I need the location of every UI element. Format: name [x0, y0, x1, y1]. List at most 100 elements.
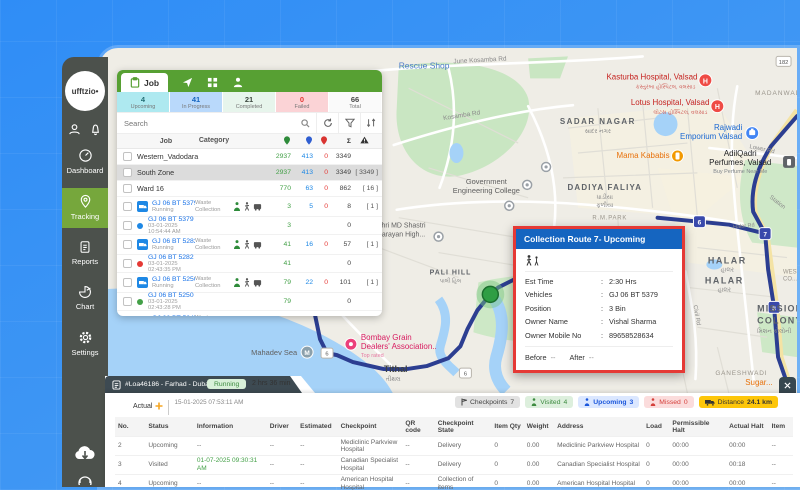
bell-icon[interactable] — [89, 123, 102, 136]
transit-stop-icon[interactable] — [505, 201, 514, 210]
route-name-link[interactable]: GJ 06 BT 5379 Route 7 — [148, 216, 195, 223]
poi-label-rescue-shop[interactable]: Rescue Shop — [399, 60, 450, 70]
job-group-row[interactable]: Western_Vadodara 2937413 03349 — [117, 149, 382, 165]
route-name-link[interactable]: GJ 06 BT 5379 Route 7 — [152, 200, 195, 207]
row-checkbox[interactable] — [123, 221, 132, 230]
sea-pin-mahadev[interactable]: M — [301, 346, 313, 358]
chip-checkpoints[interactable]: Checkpoints7 — [455, 396, 520, 408]
job-group-row-selected[interactable]: South Zone 2937413 03349[ 3349 ] — [117, 165, 382, 181]
visited-pin-icon — [269, 136, 291, 147]
row-checkbox[interactable] — [123, 168, 132, 177]
checkpoint-marker-7[interactable]: 7 — [759, 228, 771, 240]
chip-visited[interactable]: Visited4 — [525, 396, 573, 408]
grain-pin-bombay[interactable] — [345, 338, 357, 350]
area-sublabel-mission: મિશન કોલોની — [757, 327, 791, 335]
vehicle-marker[interactable] — [476, 280, 504, 308]
row-checkbox[interactable] — [123, 240, 132, 249]
store-pin-adilqadri[interactable] — [783, 156, 795, 168]
app-logo[interactable]: ufftzio• — [65, 71, 105, 111]
stat-completed[interactable]: 21Completed — [223, 92, 276, 112]
shopping-pin-rajwadi[interactable] — [746, 127, 759, 140]
sidebar-item-tracking[interactable]: Tracking — [62, 188, 108, 228]
chip-missed[interactable]: Missed0 — [644, 396, 693, 408]
transit-stop-icon[interactable] — [542, 162, 551, 171]
job-sub-row[interactable]: GJ 06 BT 5250 Route 503-01-2025 02:43:28… — [117, 293, 382, 311]
checkpoint-row[interactable]: 4Upcoming-- ----American Hospital Hospit… — [115, 474, 793, 490]
row-checkbox[interactable] — [123, 259, 132, 268]
group-name[interactable]: Ward 16 — [137, 184, 269, 193]
row-checkbox[interactable] — [123, 202, 132, 211]
poi-label-bombay-1[interactable]: Bombay Grain — [361, 333, 412, 342]
add-marker-icon[interactable] — [155, 402, 163, 410]
checkpoint-row[interactable]: 3Visited01-07-2025 09:30:31 AM ----Canad… — [115, 455, 793, 474]
job-sub-row[interactable]: GJ 06 BT 5379 Route 703-01-2025 10:54:44… — [117, 217, 382, 235]
poi-label-adilqadri-2[interactable]: Perfumes, Valsad — [709, 158, 771, 167]
svg-text:6: 6 — [325, 352, 328, 358]
transit-stop-icon[interactable] — [434, 232, 443, 241]
row-checkbox[interactable] — [123, 184, 132, 193]
group-name[interactable]: Western_Vadodara — [137, 152, 269, 161]
popup-row-position: Position:3 Bin — [525, 304, 673, 313]
poi-label-sugar[interactable]: Sugar... — [745, 378, 772, 387]
sidebar-item-reports[interactable]: Reports — [62, 234, 108, 273]
svg-text:182: 182 — [779, 60, 789, 66]
stat-total[interactable]: 66Total — [329, 92, 382, 112]
poi-label-rajwadi-1[interactable]: Rajwadi — [714, 123, 743, 132]
poi-label-lotus[interactable]: Lotus Hospital, Valsad — [631, 98, 710, 107]
chip-upcoming[interactable]: Upcoming3 — [578, 396, 639, 408]
checkpoint-marker-6[interactable]: 6 — [693, 216, 705, 228]
job-route-row[interactable]: GJ 06 BT 5379 Route 7Running Waste Colle… — [117, 197, 382, 217]
job-route-row[interactable]: GJ 06 BT 5282 Route 6Running Waste Colle… — [117, 235, 382, 255]
chip-distance[interactable]: Distance24.1 km — [699, 396, 778, 408]
stat-upcoming[interactable]: 4Upcoming — [117, 92, 170, 112]
driver-person-icon — [233, 240, 241, 249]
route-name-link[interactable]: GJ 06 BT 5250 Route 5 — [148, 292, 195, 299]
route-name-link[interactable]: GJ 06 BT 5282 Route 6 — [148, 254, 195, 261]
restaurant-pin-mama[interactable] — [672, 150, 684, 162]
poi-label-rajwadi-2[interactable]: Emporium Valsad — [680, 132, 742, 141]
sidebar-item-chart[interactable]: Chart — [62, 279, 108, 318]
driver-group-icon[interactable] — [232, 77, 244, 88]
search-input[interactable] — [117, 113, 301, 133]
refresh-button[interactable] — [316, 113, 338, 133]
cloud-download-icon[interactable] — [73, 443, 97, 463]
tab-job-label: Job — [144, 78, 159, 88]
sidebar-item-settings[interactable]: Settings — [62, 324, 108, 364]
job-route-row[interactable]: GJ 06 BT 5250 Route 5Running Waste Colle… — [117, 273, 382, 293]
filter-button[interactable] — [338, 113, 360, 133]
sort-columns-button[interactable] — [360, 113, 382, 133]
row-checkbox[interactable] — [123, 152, 132, 161]
route-name-link[interactable]: GJ 06 BT 5250 Route 5 — [152, 276, 195, 283]
sidebar-item-label: Tracking — [71, 212, 99, 221]
row-checkbox[interactable] — [123, 278, 132, 287]
job-group-row[interactable]: Ward 16 77063 0862[ 16 ] — [117, 181, 382, 197]
poi-label-kasturba[interactable]: Kasturba Hospital, Valsad — [607, 72, 698, 81]
sidebar-item-label: Dashboard — [67, 166, 104, 175]
checkpoint-table-header: No.StatusInformation DriverEstimatedChec… — [115, 417, 793, 437]
route-info-popup: Collection Route 7- Upcoming Est Time:2:… — [513, 226, 685, 373]
job-route-row-completed[interactable]: GJ 06 BT 5247 Route 16Completed Waste Co… — [117, 311, 382, 316]
hospital-pin-lotus[interactable]: H — [711, 100, 724, 113]
send-navigation-icon[interactable] — [182, 77, 193, 88]
close-bottom-panel-button[interactable] — [779, 377, 796, 393]
user-icon[interactable] — [68, 123, 81, 136]
support-icon[interactable] — [76, 473, 94, 485]
job-sub-row[interactable]: GJ 06 BT 5282 Route 603-01-2025 02:43:35… — [117, 255, 382, 273]
sidebar-item-dashboard[interactable]: Dashboard — [62, 142, 108, 182]
group-name[interactable]: South Zone — [137, 168, 269, 177]
checkpoint-row[interactable]: 2Upcoming-- ----Mediclinic Parkview Hosp… — [115, 437, 793, 456]
row-checkbox[interactable] — [123, 297, 132, 306]
transit-stop-icon[interactable] — [523, 180, 532, 189]
search-icon[interactable] — [301, 113, 316, 133]
checkpoint-panel: Actual 15-01-2025 07:53:11 AM Checkpoint… — [105, 393, 800, 487]
stat-failed[interactable]: 0Failed — [276, 92, 329, 112]
tab-job[interactable]: Job — [121, 73, 168, 92]
route-name-link[interactable]: GJ 06 BT 5282 Route 6 — [152, 238, 195, 245]
hospital-pin-kasturba[interactable]: H — [699, 74, 712, 87]
popup-row-vehicles: Vehicles:GJ 06 BT 5379 — [525, 290, 673, 299]
stat-in-progress[interactable]: 41In Progress — [170, 92, 223, 112]
poi-label-bombay-2[interactable]: Dealers' Association.. — [361, 342, 437, 351]
poi-label-mama-kababis[interactable]: Mama Kababis — [617, 151, 670, 160]
grid-icon[interactable] — [207, 77, 218, 88]
route-name-link[interactable]: GJ 06 BT 5247 Route 16 — [152, 315, 195, 317]
